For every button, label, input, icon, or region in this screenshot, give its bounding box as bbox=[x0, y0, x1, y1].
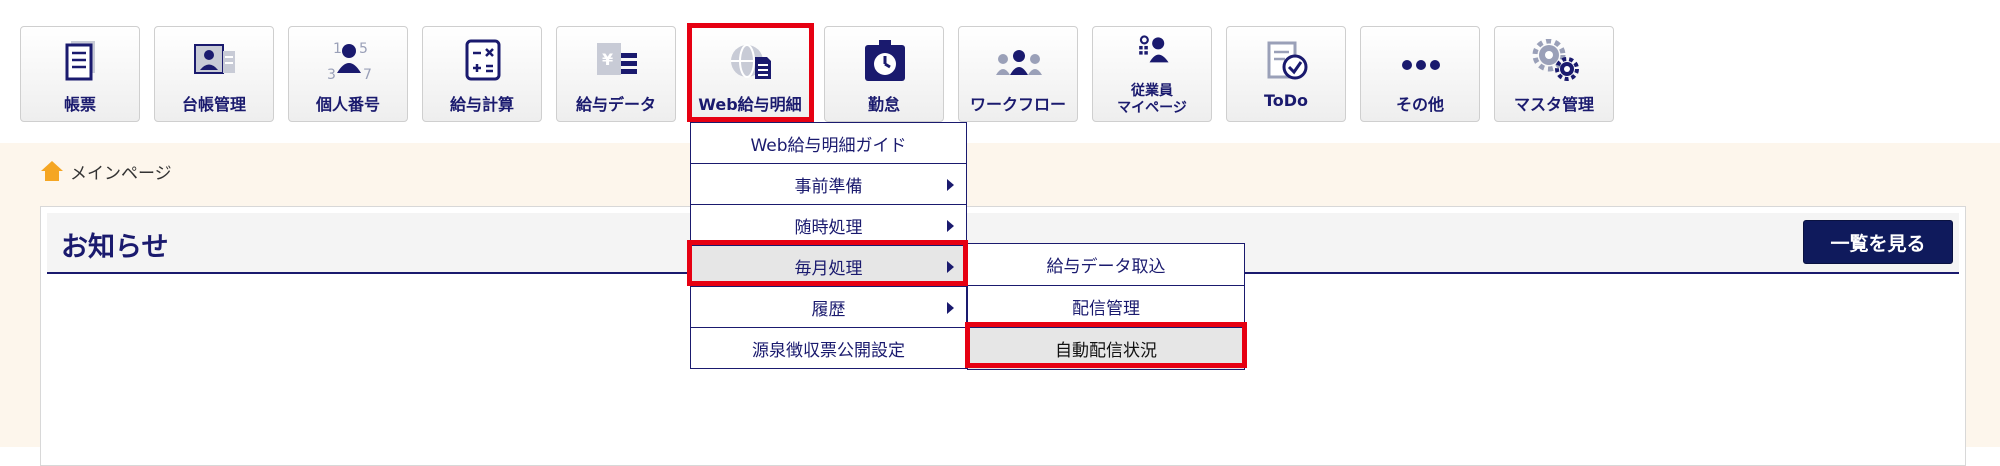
calculator-icon bbox=[465, 39, 501, 81]
svg-text:7: 7 bbox=[363, 67, 372, 83]
view-all-button[interactable]: 一覧を見る bbox=[1803, 220, 1953, 264]
todo-icon bbox=[1267, 41, 1308, 80]
toolbar-button-label: 台帳管理 bbox=[181, 95, 246, 114]
svg-text:¥: ¥ bbox=[602, 50, 613, 69]
toolbar-button-employee-mypage[interactable]: 従業員 マイページ bbox=[1092, 26, 1212, 122]
toolbar-button-reports[interactable]: 帳票 bbox=[20, 26, 140, 122]
svg-text:3: 3 bbox=[327, 67, 336, 83]
toolbar-button-more[interactable]: その他 bbox=[1360, 26, 1480, 122]
workflow-icon bbox=[996, 50, 1042, 75]
personal-number-icon: 1 5 3 7 bbox=[327, 41, 372, 83]
toolbar-button-personal-number[interactable]: 1 5 3 7 個人番号 bbox=[288, 26, 408, 122]
menu-item-withholding-slip-settings[interactable]: 源泉徴収票公開設定 bbox=[691, 328, 966, 368]
menu-item-monthly-processing[interactable]: 毎月処理 bbox=[691, 246, 966, 287]
menu-item-label: 履歴 bbox=[811, 299, 846, 320]
toolbar-button-todo[interactable]: ToDo bbox=[1226, 26, 1346, 122]
submenu-arrow-icon bbox=[947, 179, 954, 191]
toolbar-button-label-line1: 従業員 bbox=[1131, 83, 1173, 99]
toolbar-button-label: 従業員 マイページ bbox=[1093, 83, 1211, 117]
toolbar-button-label: Web給与明細 bbox=[698, 95, 802, 114]
breadcrumb-home-link[interactable]: メインページ bbox=[70, 159, 172, 184]
svg-text:1: 1 bbox=[333, 41, 342, 57]
submenu-arrow-icon bbox=[947, 302, 954, 314]
toolbar-button-label: ToDo bbox=[1263, 91, 1309, 110]
toolbar-button-attendance[interactable]: 勤怠 bbox=[824, 26, 944, 122]
toolbar-button-ledger[interactable]: 台帳管理 bbox=[154, 26, 274, 122]
home-icon[interactable] bbox=[40, 159, 64, 183]
toolbar-button-payroll-data[interactable]: ¥ 給与データ bbox=[556, 26, 676, 122]
submenu-arrow-icon bbox=[947, 261, 954, 273]
menu-item-preparation[interactable]: 事前準備 bbox=[691, 164, 966, 205]
employee-mypage-icon bbox=[1139, 35, 1169, 63]
submenu-item-delivery-management[interactable]: 配信管理 bbox=[968, 286, 1244, 328]
toolbar-button-label: 勤怠 bbox=[867, 95, 900, 114]
toolbar-button-label: その他 bbox=[1395, 95, 1444, 114]
more-icon bbox=[1402, 60, 1440, 70]
menu-item-history[interactable]: 履歴 bbox=[691, 287, 966, 328]
web-payslip-dropdown-menu: Web給与明細ガイド 事前準備 随時処理 毎月処理 履歴 源泉徴収票公開設定 bbox=[690, 122, 967, 369]
monthly-processing-submenu: 給与データ取込 配信管理 自動配信状況 bbox=[967, 243, 1245, 370]
toolbar-button-label: ワークフロー bbox=[969, 95, 1066, 114]
menu-item-label: 事前準備 bbox=[794, 176, 863, 197]
menu-item-label: 随時処理 bbox=[794, 217, 863, 238]
menu-item-ad-hoc-processing[interactable]: 随時処理 bbox=[691, 205, 966, 246]
toolbar-button-label: 帳票 bbox=[63, 95, 96, 114]
menu-item-web-payslip-guide[interactable]: Web給与明細ガイド bbox=[691, 123, 966, 164]
submenu-item-import-payroll-data[interactable]: 給与データ取込 bbox=[968, 244, 1244, 286]
toolbar-button-label-line2: マイページ bbox=[1117, 100, 1187, 116]
submenu-item-auto-delivery-status[interactable]: 自動配信状況 bbox=[968, 328, 1244, 369]
report-icon bbox=[65, 41, 95, 81]
notice-title: お知らせ bbox=[61, 232, 169, 263]
ledger-icon bbox=[194, 44, 235, 74]
toolbar-button-payroll-calc[interactable]: 給与計算 bbox=[422, 26, 542, 122]
toolbar-button-label: 個人番号 bbox=[315, 95, 380, 114]
toolbar-button-label: 給与データ bbox=[575, 95, 656, 114]
menu-item-label: 毎月処理 bbox=[794, 258, 863, 279]
breadcrumb: メインページ bbox=[40, 157, 172, 185]
menu-item-label: 源泉徴収票公開設定 bbox=[752, 340, 905, 361]
toolbar-button-label: マスタ管理 bbox=[1513, 95, 1594, 114]
submenu-arrow-icon bbox=[947, 220, 954, 232]
master-settings-icon bbox=[1532, 39, 1579, 81]
attendance-icon bbox=[865, 40, 905, 81]
payroll-data-icon: ¥ bbox=[597, 43, 637, 75]
toolbar-button-web-payslip[interactable]: Web給与明細 bbox=[690, 26, 810, 122]
main-toolbar: 帳票 台帳管理 1 5 3 7 個人番号 給与計算 ¥ 給与データ Web給与明… bbox=[0, 0, 2000, 143]
svg-text:5: 5 bbox=[359, 41, 368, 57]
toolbar-button-master-settings[interactable]: マスタ管理 bbox=[1494, 26, 1614, 122]
toolbar-button-label: 給与計算 bbox=[449, 95, 514, 114]
toolbar-button-workflow[interactable]: ワークフロー bbox=[958, 26, 1078, 122]
web-payslip-icon bbox=[731, 44, 771, 79]
menu-item-label: Web給与明細ガイド bbox=[750, 135, 907, 156]
